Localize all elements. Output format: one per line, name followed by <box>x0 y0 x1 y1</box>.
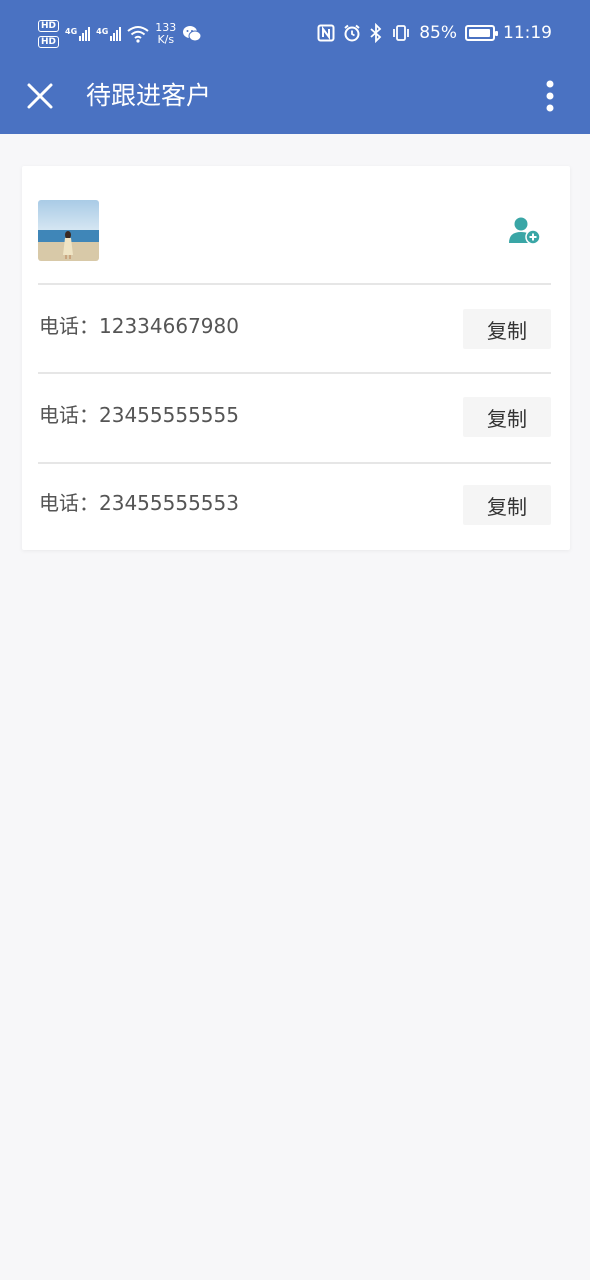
divider <box>38 372 551 374</box>
avatar[interactable] <box>38 200 99 261</box>
nfc-icon <box>317 24 335 42</box>
bluetooth-icon <box>370 23 382 43</box>
network-speed: 133 K/s <box>155 22 176 46</box>
status-left: HD HD 4G 4G 133 K/s <box>38 16 202 52</box>
hd-indicator: HD HD <box>38 20 60 48</box>
page-title: 待跟进客户 <box>86 81 212 110</box>
copy-button[interactable]: 复制 <box>463 397 551 437</box>
more-vert-icon[interactable] <box>536 76 564 116</box>
wifi-icon <box>127 26 149 43</box>
divider <box>38 462 551 464</box>
phone-label: 电话：23455555553 <box>39 491 239 515</box>
hd-badge-top: HD <box>38 20 60 32</box>
copy-button[interactable]: 复制 <box>463 485 551 525</box>
network-type-1: 4G <box>65 27 78 36</box>
signal-icon-2: 4G <box>96 27 122 41</box>
phone-label: 电话：12334667980 <box>39 314 239 338</box>
status-bar: HD HD 4G 4G 133 K/s 85% 11:19 <box>0 0 590 66</box>
wechat-icon <box>183 26 202 42</box>
battery-percent: 85% <box>419 23 457 43</box>
divider <box>38 283 551 285</box>
alarm-icon <box>344 24 360 42</box>
speed-unit: K/s <box>157 33 175 46</box>
customer-card: 电话：12334667980 复制 电话：23455555555 复制 电话：2… <box>22 166 570 550</box>
battery-icon <box>465 25 498 41</box>
signal-icon-1: 4G <box>65 27 91 41</box>
phone-label: 电话：23455555555 <box>39 403 239 427</box>
status-right: 85% 11:19 <box>317 18 552 48</box>
close-icon[interactable] <box>22 78 58 114</box>
vibrate-icon <box>393 25 410 41</box>
avatar-image <box>38 200 99 261</box>
copy-button[interactable]: 复制 <box>463 309 551 349</box>
app-bar: 待跟进客户 <box>0 66 590 134</box>
hd-badge-bottom: HD <box>38 36 60 48</box>
add-contact-icon[interactable] <box>508 216 542 246</box>
network-type-2: 4G <box>96 27 109 36</box>
clock: 11:19 <box>503 23 552 43</box>
